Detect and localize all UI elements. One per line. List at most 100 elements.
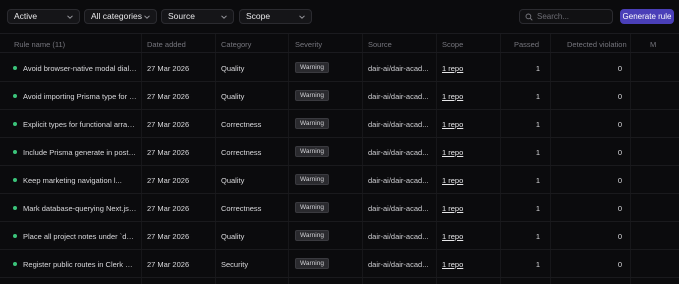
source-filter-dropdown[interactable]: Source: [161, 9, 234, 24]
severity-badge: Warning: [295, 90, 329, 101]
scope-filter-label: Scope: [246, 11, 271, 21]
date-added: 27 Mar 2026: [147, 120, 190, 129]
scope-link[interactable]: 1 repo: [442, 260, 463, 269]
source-filter-label: Source: [168, 11, 195, 21]
table-row[interactable]: Avoid browser-native modal dialo... 27 M…: [0, 54, 679, 82]
status-filter-label: Active: [14, 11, 38, 21]
header-passed[interactable]: Passed: [514, 40, 539, 49]
scope-link[interactable]: 1 repo: [442, 120, 463, 129]
severity-badge: Warning: [295, 202, 329, 213]
source: dair-ai/dair-acad...: [368, 148, 429, 157]
scope-link[interactable]: 1 repo: [442, 176, 463, 185]
date-added: 27 Mar 2026: [147, 260, 190, 269]
rule-name[interactable]: Place all project notes under `dair...: [23, 232, 137, 241]
category: Quality: [221, 92, 245, 101]
category: Security: [221, 260, 249, 269]
category: Correctness: [221, 120, 262, 129]
source: dair-ai/dair-acad...: [368, 204, 429, 213]
category: Correctness: [221, 204, 262, 213]
header-rule-name[interactable]: Rule name (11): [14, 40, 65, 49]
header-scope[interactable]: Scope: [442, 40, 463, 49]
scope-link[interactable]: 1 repo: [442, 204, 463, 213]
violation-count: 0: [617, 64, 622, 73]
active-status-dot: [13, 122, 17, 126]
table-row[interactable]: Include Prisma generate in postin... 27 …: [0, 138, 679, 166]
chevron-down-icon: [221, 15, 227, 19]
header-category[interactable]: Category: [221, 40, 251, 49]
rule-name[interactable]: Avoid importing Prisma type for w...: [23, 92, 137, 101]
rule-name[interactable]: Explicit types for functional array ...: [23, 120, 137, 129]
table-row[interactable]: Register public routes in Clerk mi... 27…: [0, 250, 679, 278]
violation-count: 0: [617, 260, 622, 269]
passed-count: 1: [535, 204, 540, 213]
date-added: 27 Mar 2026: [147, 176, 190, 185]
category-filter-dropdown[interactable]: All categories: [84, 9, 157, 24]
severity-badge: Warning: [295, 230, 329, 241]
header-source[interactable]: Source: [368, 40, 392, 49]
passed-count: 1: [535, 92, 540, 101]
date-added: 27 Mar 2026: [147, 204, 190, 213]
scope-link[interactable]: 1 repo: [442, 232, 463, 241]
date-added: 27 Mar 2026: [147, 92, 190, 101]
category: Quality: [221, 64, 245, 73]
passed-count: 1: [535, 64, 540, 73]
search-icon: [525, 13, 533, 21]
severity-badge: Warning: [295, 258, 329, 269]
rule-name[interactable]: Avoid browser-native modal dialo...: [23, 64, 137, 73]
scope-filter-dropdown[interactable]: Scope: [239, 9, 312, 24]
violation-count: 0: [617, 92, 622, 101]
source: dair-ai/dair-acad...: [368, 92, 429, 101]
active-status-dot: [13, 94, 17, 98]
rule-name[interactable]: Mark database-querying Next.js ...: [23, 204, 137, 213]
table-row[interactable]: Explicit types for functional array ... …: [0, 110, 679, 138]
generate-rule-button[interactable]: Generate rule: [620, 9, 674, 24]
header-more[interactable]: M: [650, 40, 656, 49]
severity-badge: Warning: [295, 62, 329, 73]
date-added: 27 Mar 2026: [147, 232, 190, 241]
table-header: Rule name (11) Date added Category Sever…: [0, 33, 679, 53]
table-row[interactable]: Keep marketing navigation l... 27 Mar 20…: [0, 166, 679, 194]
category: Quality: [221, 176, 245, 185]
table-row[interactable]: Place all project notes under `dair... 2…: [0, 222, 679, 250]
source: dair-ai/dair-acad...: [368, 64, 429, 73]
source: dair-ai/dair-acad...: [368, 260, 429, 269]
rule-name[interactable]: Keep marketing navigation l...: [23, 176, 137, 185]
category: Quality: [221, 232, 245, 241]
rule-name[interactable]: Include Prisma generate in postin...: [23, 148, 137, 157]
active-status-dot: [13, 206, 17, 210]
search-placeholder: Search...: [537, 12, 570, 21]
source: dair-ai/dair-acad...: [368, 176, 429, 185]
scope-link[interactable]: 1 repo: [442, 148, 463, 157]
source: dair-ai/dair-acad...: [368, 232, 429, 241]
severity-badge: Warning: [295, 146, 329, 157]
passed-count: 1: [535, 260, 540, 269]
passed-count: 1: [535, 148, 540, 157]
scope-link[interactable]: 1 repo: [442, 92, 463, 101]
severity-badge: Warning: [295, 118, 329, 129]
active-status-dot: [13, 178, 17, 182]
active-status-dot: [13, 150, 17, 154]
scope-link[interactable]: 1 repo: [442, 64, 463, 73]
passed-count: 1: [535, 232, 540, 241]
source: dair-ai/dair-acad...: [368, 120, 429, 129]
table-row[interactable]: Mark database-querying Next.js ... 27 Ma…: [0, 194, 679, 222]
header-detected-violation[interactable]: Detected violation: [567, 40, 627, 49]
filter-toolbar: Active All categories Source Scope Searc…: [0, 0, 679, 33]
violation-count: 0: [617, 204, 622, 213]
rule-name[interactable]: Register public routes in Clerk mi...: [23, 260, 137, 269]
date-added: 27 Mar 2026: [147, 64, 190, 73]
category-filter-label: All categories: [91, 11, 143, 21]
violation-count: 0: [617, 176, 622, 185]
chevron-down-icon: [67, 15, 73, 19]
active-status-dot: [13, 262, 17, 266]
passed-count: 1: [535, 120, 540, 129]
table-row[interactable]: Avoid importing Prisma type for w... 27 …: [0, 82, 679, 110]
violation-count: 0: [617, 232, 622, 241]
active-status-dot: [13, 66, 17, 70]
search-input[interactable]: Search...: [519, 9, 613, 24]
header-severity[interactable]: Severity: [295, 40, 322, 49]
header-date-added[interactable]: Date added: [147, 40, 186, 49]
violation-count: 0: [617, 120, 622, 129]
status-filter-dropdown[interactable]: Active: [7, 9, 80, 24]
category: Correctness: [221, 148, 262, 157]
